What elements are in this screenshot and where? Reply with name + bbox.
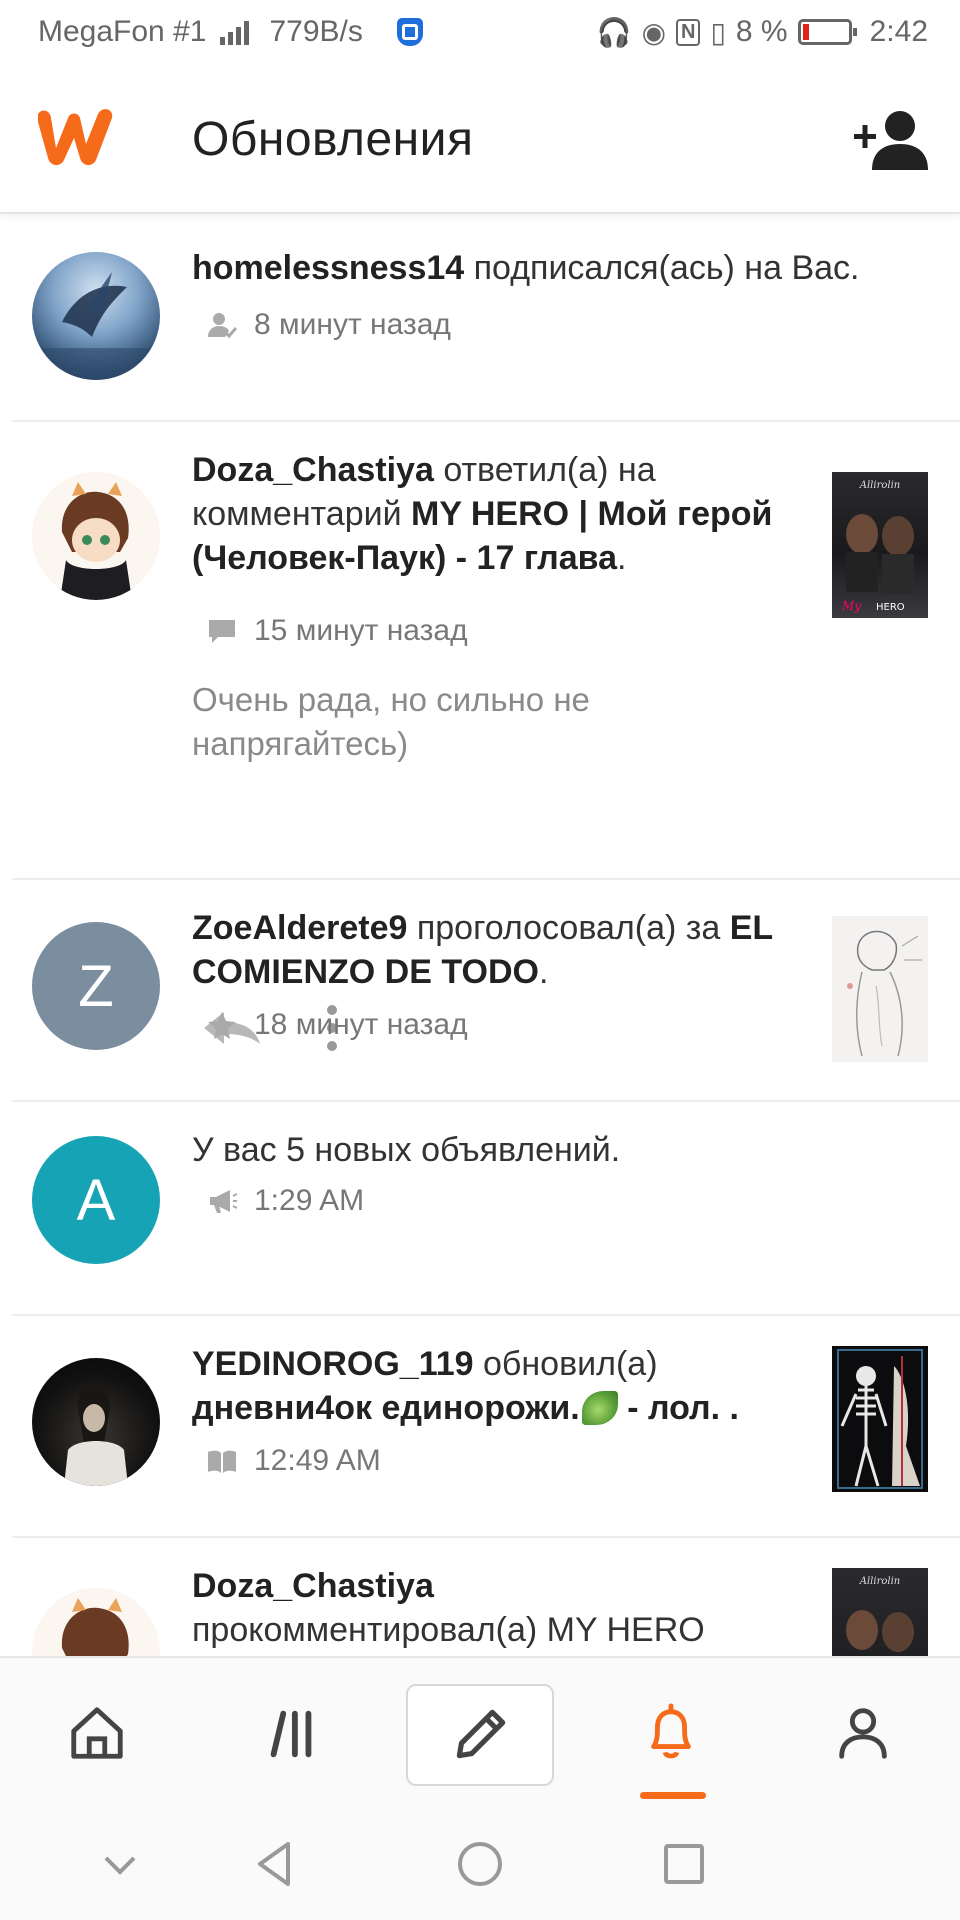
app-bar: Обновления <box>0 64 960 214</box>
avatar[interactable] <box>32 472 160 600</box>
system-navigation-bar <box>0 1806 960 1920</box>
write-icon <box>456 1709 506 1759</box>
comment-icon <box>209 620 235 643</box>
cover-image <box>847 930 922 1057</box>
username-link[interactable]: Doza_Chastiya <box>192 1567 434 1605</box>
nav-write[interactable] <box>406 1684 554 1786</box>
cover-title: Allirolin <box>859 480 900 491</box>
timestamp: 8 минут назад <box>254 308 451 341</box>
username-link[interactable]: ZoeAlderete9 <box>192 909 407 947</box>
avatar[interactable] <box>32 1588 160 1656</box>
list-item[interactable]: Z ZoeAlderete9 проголосовал(а) за EL COM… <box>0 880 960 1102</box>
cover-image: Allirolin My HERO <box>841 480 914 613</box>
carrier-label: MegaFon #1 <box>38 15 207 48</box>
home-circle-icon[interactable] <box>452 1836 508 1892</box>
list-item[interactable]: Doza_Chastiya ответил(а) на комментарий … <box>0 422 960 1051</box>
notification-text: ZoeAlderete9 проголосовал(а) за EL COMIE… <box>192 909 773 991</box>
timestamp-row: 15 минут назад <box>206 614 468 648</box>
add-friend-icon[interactable] <box>854 108 928 172</box>
svg-text:HERO: HERO <box>876 602 905 613</box>
timestamp-row: 18 минут назад <box>206 1008 468 1042</box>
list-item[interactable]: A У вас 5 новых объявлений. 1:29 AM <box>0 1102 960 1316</box>
avatar-image <box>60 482 132 600</box>
cover-image: Allirolin <box>846 1576 914 1652</box>
avatar-image <box>32 272 160 380</box>
battery-percent: 8 % <box>735 15 788 48</box>
timestamp: 12:49 AM <box>254 1444 381 1477</box>
username-link[interactable]: Doza_Chastiya <box>192 451 434 489</box>
signal-icon <box>220 19 250 45</box>
avatar[interactable]: A <box>32 1136 160 1264</box>
nav-home[interactable] <box>42 1688 152 1778</box>
profile-icon <box>839 1708 887 1759</box>
headphones-icon: 🎧 <box>596 16 632 48</box>
back-icon[interactable] <box>248 1836 304 1892</box>
avatar[interactable] <box>32 1358 160 1486</box>
story-link[interactable]: дневни4ок единорожи. <box>192 1389 580 1427</box>
list-item[interactable]: homelessness14 подписался(ась) на Вас. 8… <box>0 216 960 422</box>
wattpad-logo-icon[interactable] <box>32 104 120 170</box>
username-link[interactable]: homelessness14 <box>192 249 464 287</box>
svg-text:My: My <box>841 599 861 613</box>
collapse-icon[interactable] <box>92 1836 148 1892</box>
avatar[interactable]: Z <box>32 922 160 1050</box>
follow-icon <box>208 313 238 339</box>
timestamp: 1:29 AM <box>254 1184 365 1217</box>
recents-icon[interactable] <box>656 1836 712 1892</box>
notification-feed[interactable]: homelessness14 подписался(ась) на Вас. 8… <box>0 216 960 1656</box>
notification-text: homelessness14 подписался(ась) на Вас. <box>192 249 860 287</box>
timestamp: 18 минут назад <box>254 1008 468 1041</box>
avatar[interactable] <box>32 252 160 380</box>
notification-text: YEDINOROG_119 обновил(а) дневни4ок едино… <box>192 1345 739 1427</box>
battery-icon <box>797 19 857 45</box>
notification-text: Doza_Chastiya ответил(а) на комментарий … <box>192 451 773 577</box>
list-item[interactable]: Doza_Chastiya прокомментировал(а) MY HER… <box>0 1538 960 1656</box>
library-icon <box>270 1710 312 1758</box>
cover-image <box>837 1349 923 1489</box>
timestamp: 15 минут назад <box>254 614 468 647</box>
home-icon <box>71 1707 123 1759</box>
story-cover[interactable] <box>832 916 928 1062</box>
status-bar: MegaFon #1 779B/s 🎧 ◉ N ▯ 8 % 2:42 <box>0 0 960 64</box>
vibrate-icon: ▯ <box>710 16 726 48</box>
clock: 2:42 <box>869 15 928 48</box>
notifications-icon <box>651 1703 691 1759</box>
cover-title: Allirolin <box>859 1576 900 1587</box>
story-cover[interactable] <box>832 1346 928 1492</box>
list-item[interactable]: YEDINOROG_119 обновил(а) дневни4ок едино… <box>0 1316 960 1538</box>
shield-icon <box>396 18 423 46</box>
active-tab-indicator <box>640 1792 706 1799</box>
timestamp-row: 8 минут назад <box>206 308 451 342</box>
comment-text: Очень рада, но сильно не напрягайтесь) <box>192 681 590 762</box>
avatar-image <box>64 1386 128 1486</box>
timestamp-row: 1:29 AM <box>206 1184 364 1218</box>
leaf-emoji-icon <box>581 1391 618 1425</box>
eye-icon: ◉ <box>641 16 667 48</box>
username-link[interactable]: YEDINOROG_119 <box>192 1345 474 1383</box>
nfc-icon: N <box>676 18 701 46</box>
nav-notifications[interactable] <box>616 1688 726 1778</box>
story-cover[interactable]: Allirolin My HERO <box>832 472 928 618</box>
page-title: Обновления <box>192 113 474 166</box>
notification-text: Doza_Chastiya прокомментировал(а) MY HER… <box>192 1567 705 1649</box>
star-icon <box>208 1012 236 1039</box>
notification-text: У вас 5 новых объявлений. <box>192 1131 621 1169</box>
avatar-image <box>61 1598 129 1656</box>
nav-library[interactable] <box>236 1688 346 1778</box>
book-icon <box>208 1450 236 1473</box>
net-speed: 779B/s <box>269 15 363 48</box>
timestamp-row: 12:49 AM <box>206 1444 381 1478</box>
megaphone-icon <box>210 1190 238 1213</box>
nav-profile[interactable] <box>808 1688 918 1778</box>
bottom-navigation <box>0 1656 960 1806</box>
story-cover[interactable]: Allirolin <box>832 1568 928 1656</box>
